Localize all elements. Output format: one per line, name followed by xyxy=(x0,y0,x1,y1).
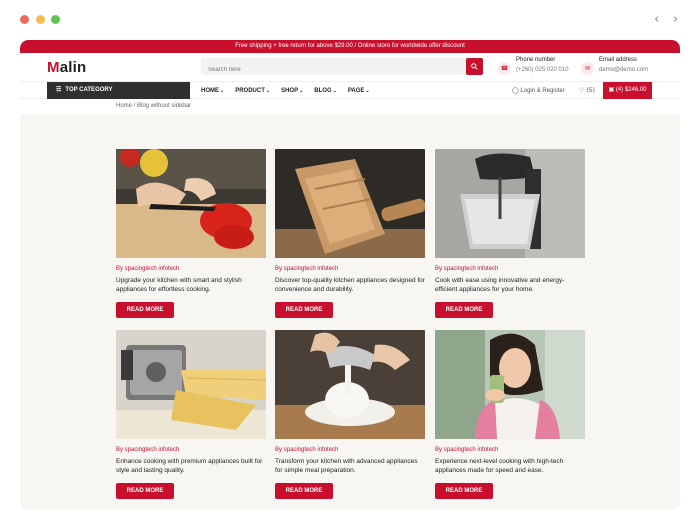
menu-item-blog[interactable]: BLOG⌄ xyxy=(314,88,337,94)
chevron-down-icon: ⌄ xyxy=(332,87,337,94)
post-excerpt[interactable]: Enhance cooking with premium appliances … xyxy=(116,457,266,475)
post-author[interactable]: By spacingtech infotech xyxy=(275,447,425,453)
search-button[interactable] xyxy=(466,58,483,75)
post-image-tomatoes[interactable] xyxy=(116,149,266,258)
browser-chrome: ‹ › xyxy=(0,0,700,40)
chevron-down-icon: ⌄ xyxy=(265,87,271,94)
read-more-button[interactable]: READ MORE xyxy=(116,302,174,318)
read-more-button[interactable]: READ MORE xyxy=(435,302,493,318)
post-excerpt[interactable]: Transform your kitchen with advanced app… xyxy=(275,457,425,475)
user-icon: ◯ xyxy=(512,88,519,94)
post-image-flour[interactable] xyxy=(275,330,425,439)
phone-icon: ☎ xyxy=(498,62,511,75)
post-author[interactable]: By spacingtech infotech xyxy=(435,447,585,453)
email-label: Email address xyxy=(599,57,638,63)
post-excerpt[interactable]: Upgrade your kitchen with smart and styl… xyxy=(116,276,266,294)
post-author[interactable]: By spacingtech infotech xyxy=(435,266,585,272)
website-frame: Free shipping + free return for above $2… xyxy=(20,40,680,510)
phone-label: Phone number xyxy=(516,57,556,63)
wishlist-link[interactable]: ♡ (5) xyxy=(579,87,595,94)
menu-item-page[interactable]: PAGE⌄ xyxy=(348,88,370,94)
chevron-right-icon[interactable]: › xyxy=(673,12,678,27)
menu-item-shop[interactable]: SHOP⌄ xyxy=(281,88,303,94)
heart-icon: ♡ xyxy=(579,87,585,94)
post-excerpt[interactable]: Cook with ease using innovative and ener… xyxy=(435,276,585,294)
mail-icon: ✉ xyxy=(581,62,594,75)
post-excerpt[interactable]: Discover top-quality kitchen appliances … xyxy=(275,276,425,294)
blog-card: By spacingtech infotech Cook with ease u… xyxy=(435,149,585,318)
post-image-woman-drinking[interactable] xyxy=(435,330,585,439)
minimize-window-dot[interactable] xyxy=(36,15,45,24)
chevron-down-icon: ⌄ xyxy=(299,87,304,94)
header: Malin ☎ Phone number (+260) 025 020 010 … xyxy=(20,53,680,81)
email-value: demo@demo.com xyxy=(599,67,649,73)
post-author[interactable]: By spacingtech infotech xyxy=(116,266,266,272)
site-logo[interactable]: Malin xyxy=(47,59,86,76)
cart-button[interactable]: ▣ (4) $246.00 xyxy=(603,82,652,99)
phone-value: (+260) 025 020 010 xyxy=(516,67,569,73)
read-more-button[interactable]: READ MORE xyxy=(275,302,333,318)
post-excerpt[interactable]: Experience next-level cooking with high-… xyxy=(435,457,585,475)
bag-icon: ▣ xyxy=(608,87,615,93)
search-icon xyxy=(471,63,478,70)
read-more-button[interactable]: READ MORE xyxy=(275,483,333,499)
blog-card: By spacingtech infotech Experience next-… xyxy=(435,330,585,499)
read-more-button[interactable]: READ MORE xyxy=(116,483,174,499)
post-image-pasta-maker[interactable] xyxy=(116,330,266,439)
post-author[interactable]: By spacingtech infotech xyxy=(275,266,425,272)
close-window-dot[interactable] xyxy=(20,15,29,24)
breadcrumb: Home / Blog without sidebar xyxy=(116,103,192,109)
promo-bar: Free shipping + free return for above $2… xyxy=(20,40,680,53)
blog-grid: By spacingtech infotech Upgrade your kit… xyxy=(20,114,680,510)
login-register-link[interactable]: ◯ Login & Register xyxy=(512,87,565,94)
chevron-down-icon: ⌄ xyxy=(220,87,225,94)
maximize-window-dot[interactable] xyxy=(51,15,60,24)
blog-card: By spacingtech infotech Transform your k… xyxy=(275,330,425,499)
search-input[interactable] xyxy=(201,61,461,79)
menu-item-product[interactable]: PRODUCT⌄ xyxy=(235,88,270,94)
menu-item-home[interactable]: HOME⌄ xyxy=(201,88,224,94)
read-more-button[interactable]: READ MORE xyxy=(435,483,493,499)
blog-card: By spacingtech infotech Discover top-qua… xyxy=(275,149,425,318)
post-author[interactable]: By spacingtech infotech xyxy=(116,447,266,453)
menu-list: HOME⌄ PRODUCT⌄ SHOP⌄ BLOG⌄ PAGE⌄ xyxy=(201,82,381,99)
search-bar xyxy=(201,58,483,79)
blog-card: By spacingtech infotech Upgrade your kit… xyxy=(116,149,266,318)
chevron-left-icon[interactable]: ‹ xyxy=(654,12,659,27)
post-image-stand-mixer[interactable] xyxy=(435,149,585,258)
blog-card: By spacingtech infotech Enhance cooking … xyxy=(116,330,266,499)
chevron-down-icon: ⌄ xyxy=(365,87,370,94)
main-navigation: ☰ TOP CATEGORY HOME⌄ PRODUCT⌄ SHOP⌄ BLOG⌄… xyxy=(20,81,680,99)
post-image-rolling-pin[interactable] xyxy=(275,149,425,258)
top-category-button[interactable]: ☰ TOP CATEGORY xyxy=(47,82,190,99)
menu-icon: ☰ xyxy=(56,87,62,93)
